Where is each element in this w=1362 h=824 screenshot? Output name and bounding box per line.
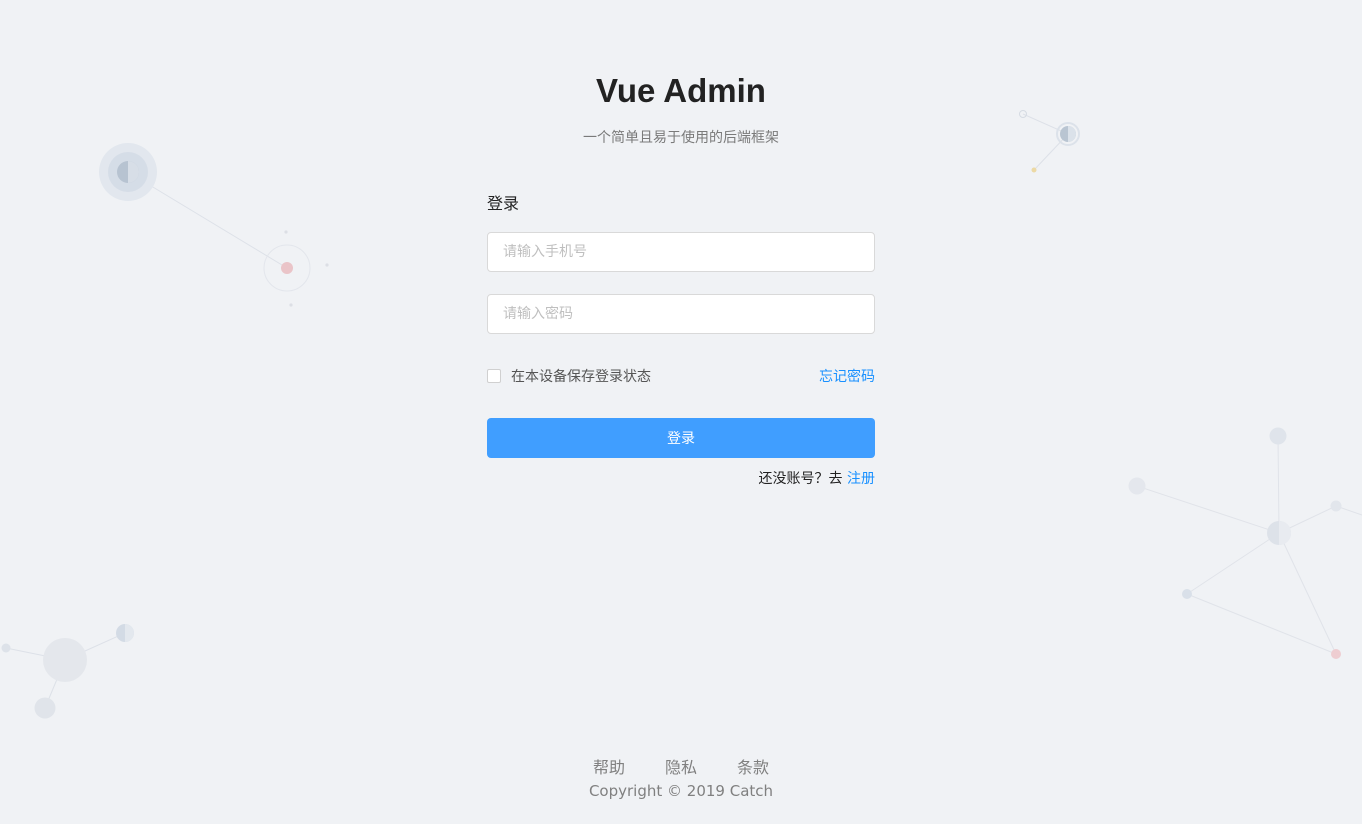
copyright: Copyright © 2019 Catch <box>588 782 774 800</box>
remember-me-label: 在本设备保存登录状态 <box>511 369 651 385</box>
register-link[interactable]: 注册 <box>847 471 875 487</box>
register-row: 还没账号？去 注册 <box>487 468 875 488</box>
login-form: 登录 在本设备保存登录状态 忘记密码 登录 还没账号？去 注册 <box>487 190 875 488</box>
login-options-row: 在本设备保存登录状态 忘记密码 <box>487 366 875 386</box>
password-input[interactable] <box>487 294 875 334</box>
login-button[interactable]: 登录 <box>487 418 875 458</box>
footer: 帮助 隐私 条款 Copyright © 2019 Catch <box>0 756 1362 802</box>
app-subtitle: 一个简单且易于使用的后端框架 <box>583 130 779 146</box>
app-title: Vue Admin <box>596 72 766 109</box>
footer-link-help[interactable]: 帮助 <box>593 756 625 780</box>
remember-me-checkbox[interactable] <box>487 369 501 383</box>
remember-me-option[interactable]: 在本设备保存登录状态 <box>487 366 651 386</box>
network-cluster-bottom-right <box>1128 427 1362 659</box>
form-heading: 登录 <box>487 194 520 213</box>
network-cluster-bottom-left <box>1 624 134 719</box>
phone-input[interactable] <box>487 232 875 272</box>
footer-link-terms[interactable]: 条款 <box>737 756 769 780</box>
register-prompt: 还没账号？去 <box>758 471 843 487</box>
network-cluster-top-left <box>99 143 329 307</box>
forgot-password-link[interactable]: 忘记密码 <box>819 366 875 386</box>
footer-link-privacy[interactable]: 隐私 <box>665 756 697 780</box>
footer-links: 帮助 隐私 条款 <box>0 756 1362 780</box>
